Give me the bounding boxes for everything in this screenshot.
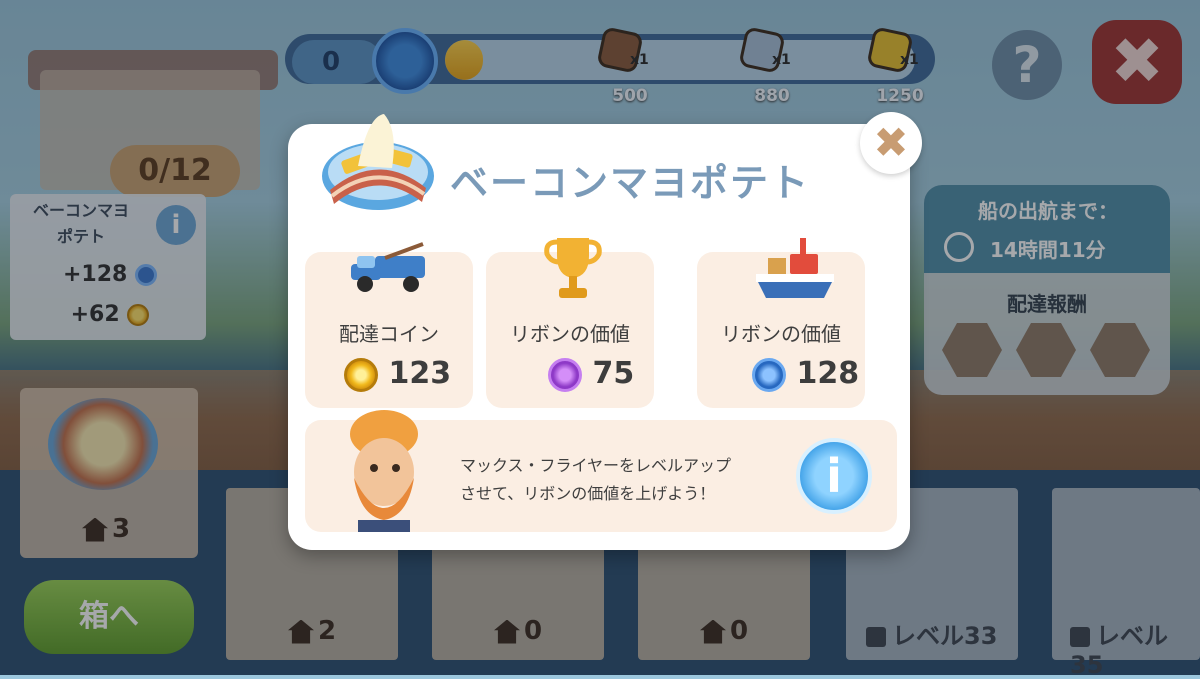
chef-max-avatar <box>350 410 418 532</box>
purple-ribbon-icon <box>548 357 582 392</box>
stat-label: 配達コイン <box>339 322 439 346</box>
stat-label: リボンの価値 <box>510 322 630 346</box>
hint-line1: マックス・フライヤーをレベルアップ <box>460 456 732 475</box>
stat-value: 123 <box>344 356 451 392</box>
blue-ribbon-icon <box>752 357 786 392</box>
modal-close-button[interactable]: ✖ <box>860 112 922 174</box>
coin-value: 123 <box>388 356 452 391</box>
stat-label: リボンの価値 <box>721 322 841 346</box>
upgrade-hint-text: マックス・フライヤーをレベルアップ させて、リボンの価値を上げよう！ <box>460 452 731 508</box>
blue-ribbon-value: 128 <box>796 356 860 391</box>
hint-line2: させて、リボンの価値を上げよう！ <box>460 484 716 503</box>
trophy-icon <box>544 238 602 298</box>
coin-icon <box>344 357 378 392</box>
stat-value: 128 <box>752 356 859 392</box>
ship-icon <box>756 238 834 298</box>
modal-title: ベーコンマヨポテト <box>450 161 811 205</box>
purple-ribbon-value: 75 <box>592 356 635 391</box>
upgrade-info-button[interactable]: i <box>796 438 872 514</box>
bacon-mayo-potato-icon <box>322 114 434 210</box>
stat-value: 75 <box>548 356 634 392</box>
delivery-truck-icon <box>351 242 425 292</box>
